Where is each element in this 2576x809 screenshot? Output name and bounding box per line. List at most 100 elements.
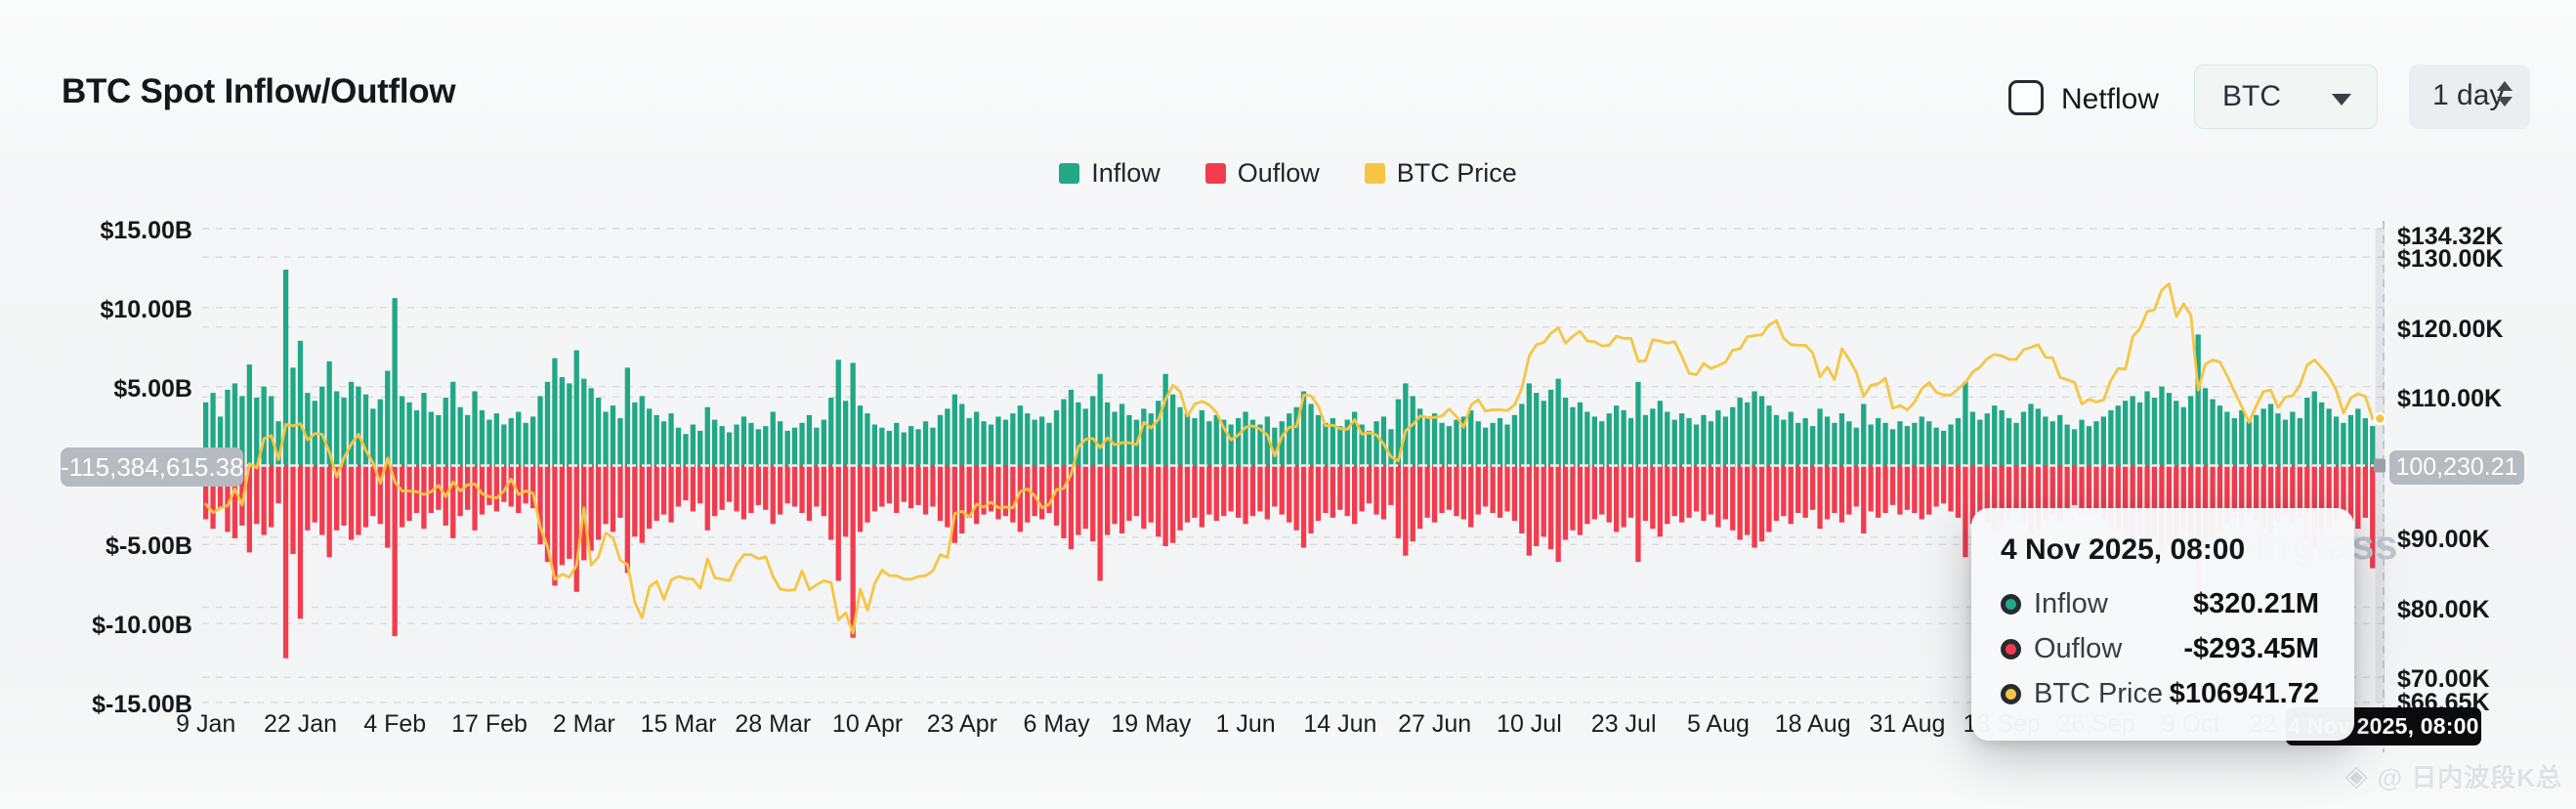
outflow-bar — [1795, 466, 1800, 514]
inflow-bar — [1200, 410, 1204, 466]
inflow-bar — [923, 421, 928, 465]
inflow-bar — [1388, 429, 1393, 465]
outflow-bar — [1672, 466, 1677, 517]
outflow-bar — [1301, 466, 1306, 548]
outflow-bar — [2072, 466, 2077, 505]
outflow-bar — [727, 466, 732, 502]
y-axis-label-right: $130.00K — [2397, 244, 2503, 274]
inflow-bar — [2261, 408, 2266, 465]
inflow-bar — [1738, 398, 1743, 466]
inflow-bar — [501, 425, 506, 466]
outflow-bar — [945, 466, 950, 528]
inflow-bar — [1083, 408, 1088, 465]
outflow-bar — [632, 466, 637, 537]
outflow-bar — [1010, 466, 1015, 523]
inflow-bar — [1745, 403, 1750, 466]
outflow-bar — [1367, 466, 1372, 504]
outflow-bar — [305, 466, 310, 531]
inflow-bar — [524, 423, 528, 466]
outflow-bar — [2341, 466, 2345, 514]
inflow-bar — [1025, 413, 1030, 465]
inflow-bar — [2181, 407, 2186, 466]
outflow-bar — [1134, 466, 1139, 517]
inflow-bar — [1832, 423, 1837, 466]
outflow-bar — [349, 466, 354, 540]
inflow-bar — [1934, 428, 1939, 466]
inflow-bar — [822, 420, 826, 466]
inflow-bar — [1759, 396, 1764, 465]
outflow-bar — [1846, 466, 1851, 515]
inflow-bar — [516, 412, 521, 466]
tooltip-value: -$293.45M — [2183, 633, 2319, 665]
outflow-bar — [1119, 466, 1124, 534]
inflow-bar — [2028, 404, 2033, 465]
outflow-bar — [683, 466, 688, 501]
outflow-bar — [356, 466, 360, 535]
outflow-bar — [1411, 466, 1415, 542]
outflow-bar — [1192, 466, 1197, 518]
outflow-bar — [1679, 466, 1684, 523]
inflow-bar — [1679, 413, 1684, 465]
outflow-bar — [1447, 466, 1452, 510]
tooltip-marker-icon — [2001, 684, 2021, 704]
inflow-bar — [385, 371, 390, 466]
tooltip-label: Inflow — [2034, 588, 2108, 620]
x-axis-label: 6 May — [1024, 710, 1090, 739]
outflow-bar — [1294, 466, 1299, 531]
outflow-bar — [1439, 466, 1444, 514]
inflow-bar — [1803, 418, 1808, 466]
inflow-bar — [545, 382, 550, 466]
inflow-bar — [1156, 401, 1161, 465]
inflow-bar — [771, 412, 776, 466]
outflow-bar — [756, 466, 761, 505]
inflow-bar — [720, 426, 725, 465]
inflow-bar — [1069, 390, 1074, 466]
x-axis-label: 31 Aug — [1870, 710, 1946, 739]
outflow-bar — [1352, 466, 1357, 525]
outflow-bar — [1504, 466, 1509, 512]
inflow-bar — [1373, 421, 1378, 465]
outflow-bar — [1825, 466, 1830, 520]
outflow-bar — [1650, 466, 1655, 530]
outflow-bar — [1243, 466, 1247, 525]
outflow-bar — [1803, 466, 1808, 518]
inflow-bar — [2290, 412, 2295, 466]
outflow-bar — [327, 466, 332, 558]
inflow-bar — [2203, 388, 2208, 465]
inflow-bar — [995, 416, 1000, 465]
inflow-bar — [1447, 426, 1452, 465]
inflow-bar — [828, 398, 833, 466]
inflow-bar — [1905, 426, 1910, 465]
outflow-bar — [959, 466, 964, 534]
inflow-bar — [2167, 393, 2172, 465]
outflow-bar — [1592, 466, 1597, 520]
inflow-bar — [552, 359, 557, 466]
inflow-bar — [1817, 408, 1822, 465]
inflow-bar — [2319, 403, 2324, 466]
inflow-bar — [472, 392, 477, 466]
outflow-bar — [923, 466, 928, 515]
inflow-bar — [414, 410, 419, 466]
inflow-bar — [865, 413, 869, 465]
outflow-bar — [1491, 466, 1496, 514]
outflow-bar — [902, 466, 907, 502]
inflow-bar — [1876, 418, 1880, 466]
x-axis-label: 27 Jun — [1398, 710, 1471, 739]
outflow-bar — [313, 466, 317, 523]
y-axis-label-left: $-10.00B — [46, 611, 192, 640]
outflow-bar — [341, 466, 346, 526]
outflow-bar — [393, 466, 398, 637]
inflow-bar — [1694, 425, 1699, 466]
outflow-bar — [1628, 466, 1633, 518]
inflow-bar — [1149, 413, 1154, 465]
outflow-bar — [363, 466, 368, 528]
inflow-bar — [1003, 420, 1008, 466]
outflow-bar — [1360, 466, 1365, 512]
y-axis-label-right: $90.00K — [2397, 525, 2490, 554]
outflow-bar — [2065, 466, 2070, 512]
outflow-bar — [1287, 466, 1291, 523]
inflow-bar — [1185, 413, 1190, 465]
inflow-bar — [1061, 400, 1066, 466]
inflow-bar — [2268, 404, 2273, 465]
outflow-bar — [450, 466, 455, 538]
